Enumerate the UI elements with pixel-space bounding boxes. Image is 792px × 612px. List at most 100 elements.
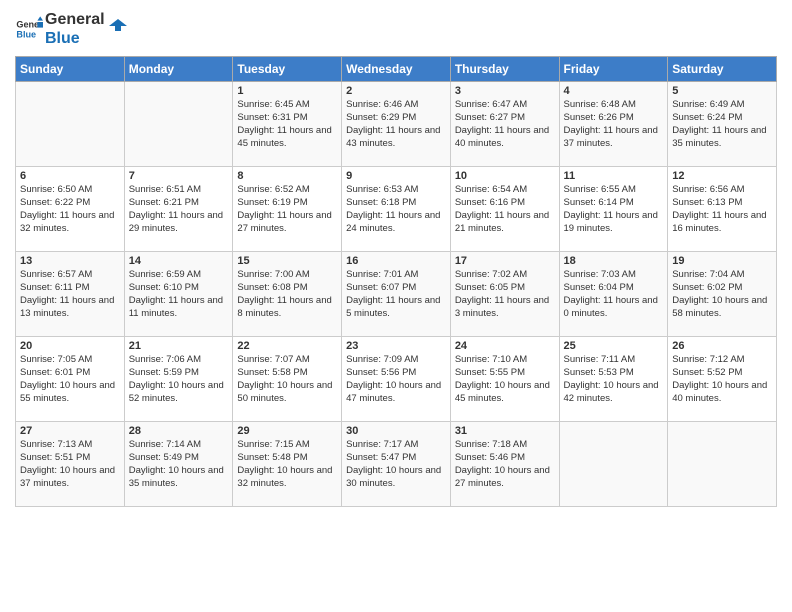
header-day-saturday: Saturday: [668, 57, 777, 82]
day-number: 28: [129, 425, 229, 437]
cell-info: Daylight: 11 hours and 16 minutes.: [672, 210, 772, 236]
day-number: 10: [455, 170, 555, 182]
cell-info: Sunset: 6:07 PM: [346, 282, 446, 295]
page-header: General Blue General Blue: [15, 10, 777, 48]
logo-bird-icon: [109, 17, 127, 35]
cell-info: Daylight: 11 hours and 37 minutes.: [564, 125, 664, 151]
cell-info: Daylight: 10 hours and 55 minutes.: [20, 380, 120, 406]
day-number: 16: [346, 255, 446, 267]
day-number: 15: [237, 255, 337, 267]
day-number: 27: [20, 425, 120, 437]
cell-info: Daylight: 10 hours and 58 minutes.: [672, 295, 772, 321]
day-number: 20: [20, 340, 120, 352]
day-number: 17: [455, 255, 555, 267]
cell-info: Daylight: 11 hours and 21 minutes.: [455, 210, 555, 236]
calendar-cell: 7Sunrise: 6:51 AMSunset: 6:21 PMDaylight…: [124, 167, 233, 252]
cell-info: Daylight: 11 hours and 43 minutes.: [346, 125, 446, 151]
cell-info: Daylight: 11 hours and 13 minutes.: [20, 295, 120, 321]
calendar-cell: 5Sunrise: 6:49 AMSunset: 6:24 PMDaylight…: [668, 82, 777, 167]
cell-info: Sunset: 5:46 PM: [455, 452, 555, 465]
cell-info: Sunset: 5:52 PM: [672, 367, 772, 380]
calendar-cell: 4Sunrise: 6:48 AMSunset: 6:26 PMDaylight…: [559, 82, 668, 167]
cell-info: Sunrise: 6:53 AM: [346, 184, 446, 197]
cell-info: Daylight: 11 hours and 32 minutes.: [20, 210, 120, 236]
calendar-cell: [668, 422, 777, 507]
cell-info: Sunrise: 6:56 AM: [672, 184, 772, 197]
calendar-cell: 8Sunrise: 6:52 AMSunset: 6:19 PMDaylight…: [233, 167, 342, 252]
cell-info: Sunrise: 7:00 AM: [237, 269, 337, 282]
cell-info: Daylight: 11 hours and 27 minutes.: [237, 210, 337, 236]
cell-info: Sunset: 6:27 PM: [455, 112, 555, 125]
day-number: 19: [672, 255, 772, 267]
cell-info: Sunrise: 6:51 AM: [129, 184, 229, 197]
header-day-friday: Friday: [559, 57, 668, 82]
cell-info: Daylight: 10 hours and 35 minutes.: [129, 465, 229, 491]
cell-info: Sunset: 5:49 PM: [129, 452, 229, 465]
cell-info: Sunset: 6:04 PM: [564, 282, 664, 295]
cell-info: Daylight: 11 hours and 5 minutes.: [346, 295, 446, 321]
cell-info: Daylight: 10 hours and 52 minutes.: [129, 380, 229, 406]
cell-info: Daylight: 11 hours and 24 minutes.: [346, 210, 446, 236]
cell-info: Sunset: 6:16 PM: [455, 197, 555, 210]
day-number: 3: [455, 85, 555, 97]
cell-info: Sunrise: 6:54 AM: [455, 184, 555, 197]
cell-info: Sunrise: 7:06 AM: [129, 354, 229, 367]
calendar-cell: 16Sunrise: 7:01 AMSunset: 6:07 PMDayligh…: [342, 252, 451, 337]
calendar-cell: 26Sunrise: 7:12 AMSunset: 5:52 PMDayligh…: [668, 337, 777, 422]
cell-info: Daylight: 10 hours and 27 minutes.: [455, 465, 555, 491]
calendar-cell: 22Sunrise: 7:07 AMSunset: 5:58 PMDayligh…: [233, 337, 342, 422]
cell-info: Sunset: 5:56 PM: [346, 367, 446, 380]
week-row-3: 13Sunrise: 6:57 AMSunset: 6:11 PMDayligh…: [16, 252, 777, 337]
calendar-cell: 3Sunrise: 6:47 AMSunset: 6:27 PMDaylight…: [450, 82, 559, 167]
day-number: 22: [237, 340, 337, 352]
cell-info: Daylight: 11 hours and 29 minutes.: [129, 210, 229, 236]
calendar-cell: 15 Sunrise: 7:00 AMSunset: 6:08 PMDayligh…: [233, 252, 342, 337]
day-number: 29: [237, 425, 337, 437]
cell-info: Sunrise: 7:09 AM: [346, 354, 446, 367]
calendar-cell: 19Sunrise: 7:04 AMSunset: 6:02 PMDayligh…: [668, 252, 777, 337]
logo-general-text: General: [45, 10, 105, 29]
cell-info: Sunrise: 7:05 AM: [20, 354, 120, 367]
cell-info: Sunset: 5:59 PM: [129, 367, 229, 380]
cell-info: Daylight: 10 hours and 40 minutes.: [672, 380, 772, 406]
calendar-cell: 11Sunrise: 6:55 AMSunset: 6:14 PMDayligh…: [559, 167, 668, 252]
cell-info: Sunset: 6:22 PM: [20, 197, 120, 210]
day-number: 26: [672, 340, 772, 352]
calendar-body: 1Sunrise: 6:45 AMSunset: 6:31 PMDaylight…: [16, 82, 777, 507]
cell-info: Sunrise: 6:50 AM: [20, 184, 120, 197]
day-number: 1: [237, 85, 337, 97]
header-day-tuesday: Tuesday: [233, 57, 342, 82]
logo-icon: General Blue: [15, 15, 43, 43]
calendar-cell: 29Sunrise: 7:15 AMSunset: 5:48 PMDayligh…: [233, 422, 342, 507]
calendar-cell: 31Sunrise: 7:18 AMSunset: 5:46 PMDayligh…: [450, 422, 559, 507]
cell-info: Sunset: 5:58 PM: [237, 367, 337, 380]
cell-info: Sunset: 6:08 PM: [237, 282, 337, 295]
cell-info: Daylight: 11 hours and 3 minutes.: [455, 295, 555, 321]
cell-info: Daylight: 10 hours and 50 minutes.: [237, 380, 337, 406]
cell-info: Daylight: 11 hours and 8 minutes.: [237, 295, 337, 321]
day-number: 6: [20, 170, 120, 182]
cell-info: Daylight: 11 hours and 11 minutes.: [129, 295, 229, 321]
cell-info: Daylight: 11 hours and 45 minutes.: [237, 125, 337, 151]
calendar-cell: 9Sunrise: 6:53 AMSunset: 6:18 PMDaylight…: [342, 167, 451, 252]
cell-info: Daylight: 11 hours and 40 minutes.: [455, 125, 555, 151]
cell-info: Sunrise: 7:02 AM: [455, 269, 555, 282]
cell-info: Sunset: 6:01 PM: [20, 367, 120, 380]
cell-info: Sunrise: 6:52 AM: [237, 184, 337, 197]
cell-info: Sunrise: 6:59 AM: [129, 269, 229, 282]
day-number: 31: [455, 425, 555, 437]
cell-info: Daylight: 10 hours and 30 minutes.: [346, 465, 446, 491]
calendar-cell: 1Sunrise: 6:45 AMSunset: 6:31 PMDaylight…: [233, 82, 342, 167]
cell-info: Daylight: 11 hours and 0 minutes.: [564, 295, 664, 321]
calendar-cell: 30Sunrise: 7:17 AMSunset: 5:47 PMDayligh…: [342, 422, 451, 507]
cell-info: Sunset: 5:48 PM: [237, 452, 337, 465]
cell-info: Sunset: 6:14 PM: [564, 197, 664, 210]
day-number: 23: [346, 340, 446, 352]
cell-info: Sunrise: 7:10 AM: [455, 354, 555, 367]
calendar-cell: 18Sunrise: 7:03 AMSunset: 6:04 PMDayligh…: [559, 252, 668, 337]
cell-info: Sunset: 6:31 PM: [237, 112, 337, 125]
cell-info: Daylight: 10 hours and 42 minutes.: [564, 380, 664, 406]
day-number: 11: [564, 170, 664, 182]
day-number: 4: [564, 85, 664, 97]
calendar-cell: [559, 422, 668, 507]
